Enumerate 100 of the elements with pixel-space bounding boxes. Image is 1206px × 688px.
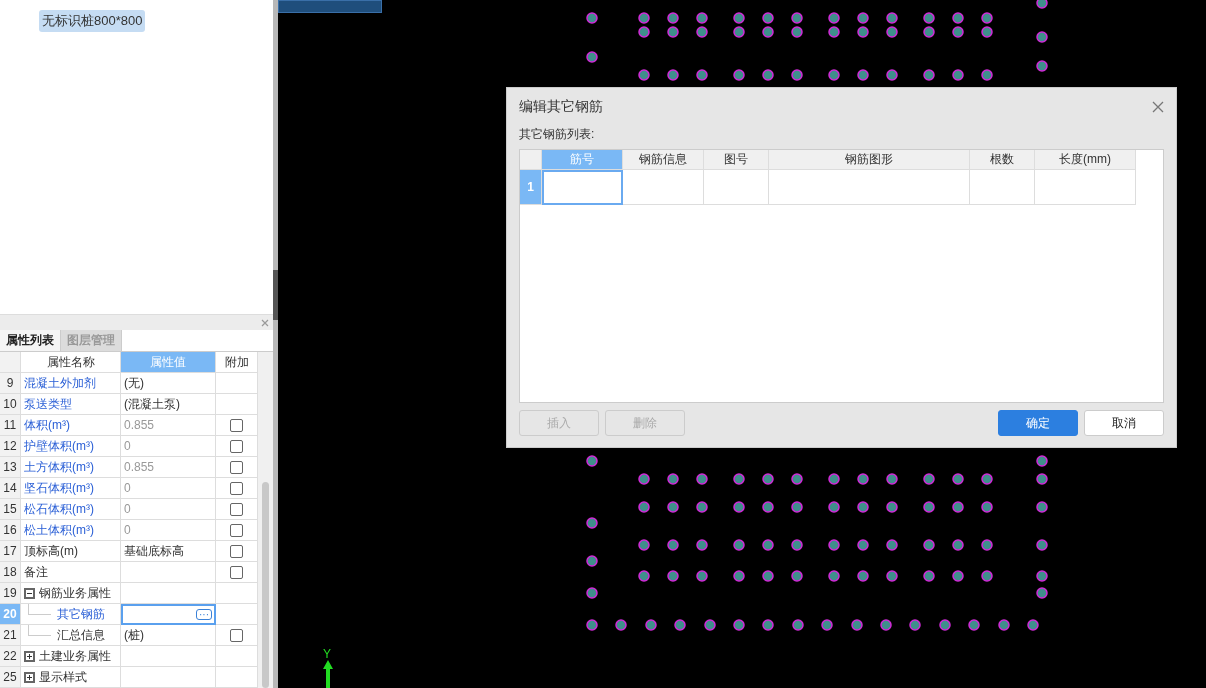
pile-marker (586, 12, 598, 24)
pile-marker (952, 69, 964, 81)
axis-label: Y (323, 648, 331, 660)
pile-marker (638, 473, 650, 485)
pile-marker (791, 473, 803, 485)
tree-item[interactable]: 无标识桩800*800 (39, 10, 146, 32)
pile-marker (638, 539, 650, 551)
pile-marker (791, 26, 803, 38)
expand-icon[interactable] (24, 671, 35, 683)
pile-marker (886, 12, 898, 24)
tree-line (28, 604, 51, 615)
pile-marker (638, 69, 650, 81)
row-number: 10 (0, 394, 21, 415)
pile-marker (886, 473, 898, 485)
property-value: (混凝土泵) (121, 394, 216, 415)
pile-marker (667, 473, 679, 485)
property-name: 松土体积(m³) (21, 520, 121, 541)
pile-marker (791, 570, 803, 582)
column-header[interactable]: 长度(mm) (1035, 150, 1136, 170)
property-name: 体积(m³) (21, 415, 121, 436)
column-header[interactable]: 图号 (704, 150, 769, 170)
scrollbar-thumb[interactable] (262, 482, 269, 688)
pile-marker (733, 12, 745, 24)
more-button[interactable]: ··· (196, 609, 212, 620)
property-name: 混凝土外加剂 (21, 373, 121, 394)
table-cell[interactable] (542, 170, 623, 205)
pile-marker (674, 619, 686, 631)
column-header[interactable]: 钢筋图形 (769, 150, 970, 170)
pile-marker (981, 26, 993, 38)
pile-marker (638, 570, 650, 582)
checkbox[interactable] (230, 418, 243, 432)
pile-marker (968, 619, 980, 631)
checkbox[interactable] (230, 523, 243, 537)
pile-marker (615, 619, 627, 631)
pile-marker (998, 619, 1010, 631)
checkbox[interactable] (230, 628, 243, 642)
pile-marker (952, 12, 964, 24)
dialog-button[interactable]: 确定 (998, 410, 1078, 436)
value-field[interactable]: ··· (121, 604, 216, 625)
pile-marker (638, 12, 650, 24)
expand-icon[interactable] (24, 650, 35, 662)
column-header[interactable]: 根数 (970, 150, 1035, 170)
checkbox[interactable] (230, 544, 243, 558)
pile-marker (1036, 473, 1048, 485)
pile-marker (886, 539, 898, 551)
header-corner (520, 150, 542, 170)
pile-marker (923, 570, 935, 582)
pile-marker (1036, 60, 1048, 72)
pile-marker (733, 69, 745, 81)
pile-marker (1036, 570, 1048, 582)
pile-marker (857, 473, 869, 485)
property-name: 汇总信息 (57, 626, 105, 644)
tree-line (28, 625, 51, 636)
row-number: 21 (0, 625, 21, 646)
panel-tab[interactable]: 属性列表 (0, 330, 61, 351)
pile-marker (762, 501, 774, 513)
pile-marker (1036, 0, 1048, 9)
collapse-icon[interactable] (24, 587, 35, 599)
pile-marker (1036, 539, 1048, 551)
row-number: 17 (0, 541, 21, 562)
pile-marker (857, 26, 869, 38)
pile-marker (1027, 619, 1039, 631)
property-value: (桩) (121, 625, 216, 646)
property-value: 0 (121, 499, 216, 520)
pile-marker (762, 619, 774, 631)
pile-marker (952, 570, 964, 582)
column-header[interactable]: 钢筋信息 (623, 150, 704, 170)
row-number: 13 (0, 457, 21, 478)
checkbox[interactable] (230, 565, 243, 579)
pile-marker (762, 570, 774, 582)
pile-marker (696, 69, 708, 81)
pile-marker (638, 26, 650, 38)
property-name: 备注 (21, 562, 121, 583)
checkbox[interactable] (230, 502, 243, 516)
pile-marker (828, 12, 840, 24)
checkbox[interactable] (230, 439, 243, 453)
dialog-button[interactable]: 取消 (1084, 410, 1164, 436)
pile-marker (909, 619, 921, 631)
pile-marker (586, 51, 598, 63)
checkbox[interactable] (230, 481, 243, 495)
pile-marker (667, 26, 679, 38)
pile-marker (981, 473, 993, 485)
pile-marker (696, 26, 708, 38)
pile-marker (733, 501, 745, 513)
pile-marker (857, 12, 869, 24)
pile-marker (762, 69, 774, 81)
pile-marker (667, 501, 679, 513)
pile-marker (762, 12, 774, 24)
pile-marker (1036, 31, 1048, 43)
pile-marker (696, 12, 708, 24)
pile-marker (952, 26, 964, 38)
row-number: 18 (0, 562, 21, 583)
row-number: 20 (0, 604, 21, 625)
pile-marker (923, 69, 935, 81)
pile-marker (981, 12, 993, 24)
row-number: 25 (0, 667, 21, 688)
pile-marker (857, 570, 869, 582)
checkbox[interactable] (230, 460, 243, 474)
pile-marker (981, 570, 993, 582)
close-icon[interactable] (1152, 101, 1164, 113)
